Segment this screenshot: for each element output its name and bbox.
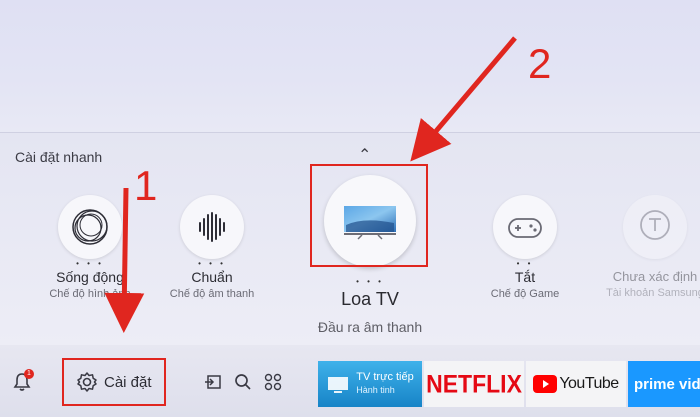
annotation-arrows xyxy=(104,36,517,333)
arrow-to-tv-speaker xyxy=(410,36,517,162)
arrow-to-settings xyxy=(104,187,145,333)
